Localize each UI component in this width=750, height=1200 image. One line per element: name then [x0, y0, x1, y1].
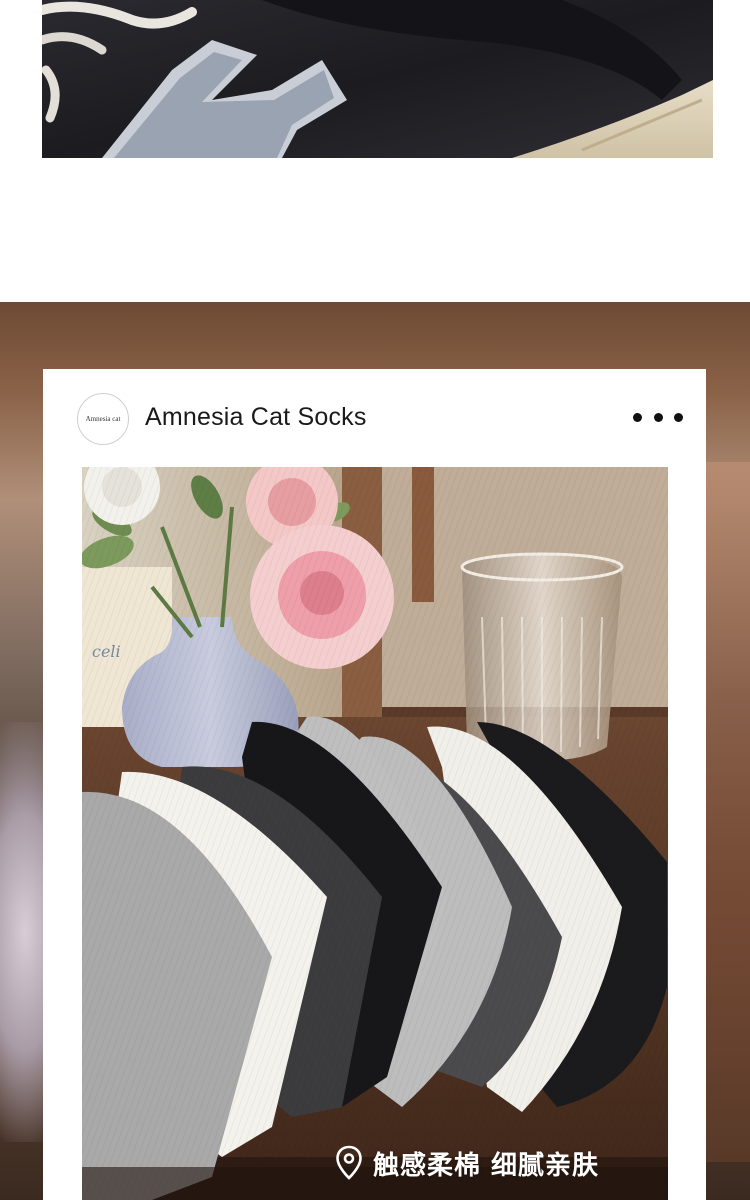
post-card: Amnesia cat Amnesia Cat Socks 触感柔棉 细腻亲肤 — [43, 369, 706, 1200]
more-horizontal-icon[interactable] — [633, 405, 683, 429]
account-name[interactable]: Amnesia Cat Socks — [145, 403, 367, 432]
account-avatar[interactable]: Amnesia cat — [77, 393, 129, 445]
post-header: Amnesia cat Amnesia Cat Socks — [43, 369, 706, 467]
folded-socks-photo: celi — [82, 467, 668, 1200]
avatar-text: Amnesia cat — [85, 415, 121, 423]
location-pin-icon — [336, 1145, 362, 1180]
sneaker-closeup-photo — [42, 0, 713, 158]
caption-text: 触感柔棉 细腻亲肤 — [373, 1150, 600, 1181]
photo-caption: 触感柔棉 细腻亲肤 — [335, 1143, 599, 1183]
